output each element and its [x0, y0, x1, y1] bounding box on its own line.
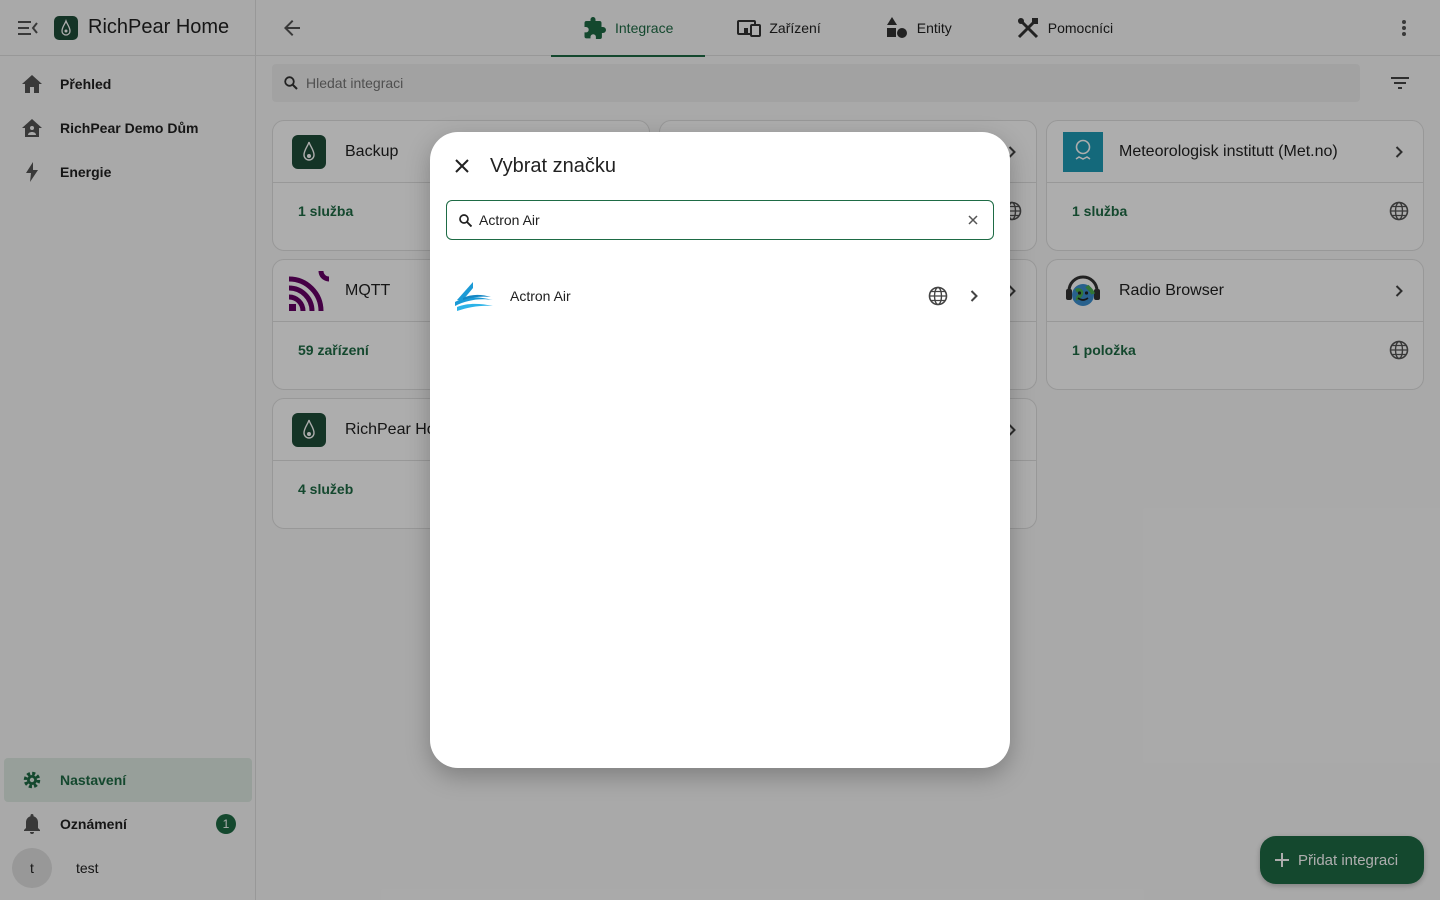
- brand-result-name: Actron Air: [510, 288, 571, 304]
- chevron-right-icon: [962, 284, 986, 308]
- clear-icon[interactable]: [965, 212, 981, 228]
- dialog-title: Vybrat značku: [490, 155, 616, 177]
- brand-search-field[interactable]: [446, 200, 994, 240]
- brand-result-item[interactable]: Actron Air: [430, 268, 1010, 324]
- choose-brand-dialog: Vybrat značku Actron Air: [430, 132, 1010, 768]
- actron-air-logo-icon: [452, 278, 496, 314]
- brand-search-input[interactable]: [479, 212, 949, 228]
- search-icon: [457, 212, 473, 228]
- globe-icon: [926, 284, 950, 308]
- close-icon[interactable]: [450, 154, 474, 178]
